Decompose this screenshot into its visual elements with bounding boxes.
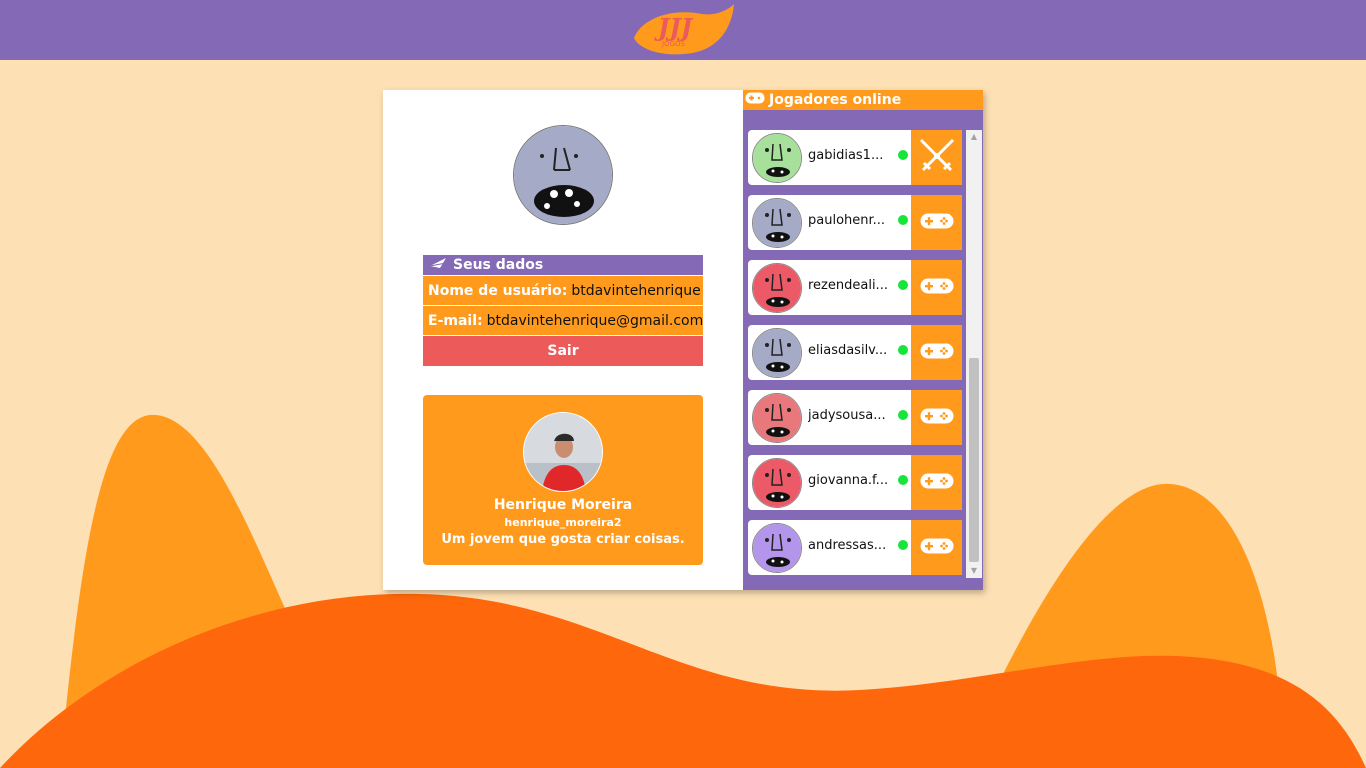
online-players-header: Jogadores online: [743, 90, 983, 110]
gamepad-icon: [920, 343, 954, 363]
player-avatar: [752, 458, 802, 508]
invite-button[interactable]: [911, 195, 962, 250]
svg-text:JOGOS: JOGOS: [661, 40, 686, 48]
profile-card: Henrique Moreira henrique_moreira2 Um jo…: [423, 395, 703, 565]
scrollbar[interactable]: ▲ ▼: [966, 130, 982, 578]
email-row: E-mail: btdavintehenrique@gmail.com: [423, 306, 703, 335]
player-avatar: [752, 523, 802, 573]
online-status-dot: [898, 280, 908, 290]
gamepad-icon: [920, 408, 954, 428]
player-row: rezendeali...: [748, 260, 962, 315]
user-data-header: Seus dados: [423, 255, 703, 275]
player-avatar: [752, 393, 802, 443]
email-label: E-mail:: [428, 312, 483, 329]
player-avatar: [752, 133, 802, 183]
player-name: eliasdasilv...: [808, 343, 888, 358]
user-data-title: Seus dados: [453, 257, 544, 273]
player-list: gabidias1... paulohenr... rezendeali... eli…: [748, 130, 962, 585]
gamepad-icon: [920, 213, 954, 233]
profile-bio: Um jovem que gosta criar coisas.: [441, 532, 685, 547]
top-bar: JJJ JOGOS: [0, 0, 1366, 60]
player-row: eliasdasilv...: [748, 325, 962, 380]
logout-button[interactable]: Sair: [423, 336, 703, 366]
online-status-dot: [898, 475, 908, 485]
player-name: paulohenr...: [808, 213, 886, 228]
player-row: giovanna.f...: [748, 455, 962, 510]
gamepad-icon: [920, 538, 954, 558]
username-row: Nome de usuário: btdavintehenrique: [423, 276, 703, 305]
invite-button[interactable]: [911, 260, 962, 315]
scrollbar-thumb[interactable]: [969, 358, 979, 562]
scroll-down-icon[interactable]: ▼: [966, 564, 982, 578]
online-status-dot: [898, 540, 908, 550]
username-value: btdavintehenrique: [571, 282, 701, 299]
challenge-button[interactable]: [911, 130, 962, 185]
invite-button[interactable]: [911, 520, 962, 575]
profile-photo: [523, 412, 603, 492]
player-name: jadysousa...: [808, 408, 886, 423]
online-status-dot: [898, 410, 908, 420]
user-data-panel: Seus dados Nome de usuário: btdavintehen…: [423, 255, 703, 366]
main-card: Seus dados Nome de usuário: btdavintehen…: [383, 90, 983, 590]
player-avatar: [752, 263, 802, 313]
player-name: giovanna.f...: [808, 473, 889, 488]
profile-handle: henrique_moreira2: [504, 516, 622, 529]
svg-text:JJJ: JJJ: [654, 13, 694, 42]
logo-icon[interactable]: JJJ JOGOS: [632, 4, 736, 56]
online-status-dot: [898, 215, 908, 225]
player-name: gabidias1...: [808, 148, 884, 163]
invite-button[interactable]: [911, 390, 962, 445]
online-players-panel: Jogadores online gabidias1... paulohenr..…: [743, 90, 983, 590]
glider-icon: [429, 257, 447, 273]
username-label: Nome de usuário:: [428, 282, 568, 299]
player-row: paulohenr...: [748, 195, 962, 250]
player-name: rezendeali...: [808, 278, 888, 293]
email-value: btdavintehenrique@gmail.com: [486, 312, 703, 329]
online-status-dot: [898, 345, 908, 355]
invite-button[interactable]: [911, 325, 962, 380]
online-players-title: Jogadores online: [769, 92, 902, 108]
player-row: gabidias1...: [748, 130, 962, 185]
player-avatar: [752, 328, 802, 378]
profile-name: Henrique Moreira: [493, 497, 633, 513]
player-row: jadysousa...: [748, 390, 962, 445]
player-name: andressas...: [808, 538, 887, 553]
player-row: andressas...: [748, 520, 962, 575]
scroll-up-icon[interactable]: ▲: [966, 130, 982, 144]
gamepad-icon: [920, 473, 954, 493]
user-section: Seus dados Nome de usuário: btdavintehen…: [383, 90, 743, 590]
gamepad-icon: [745, 92, 765, 108]
online-status-dot: [898, 150, 908, 160]
gamepad-icon: [920, 278, 954, 298]
invite-button[interactable]: [911, 455, 962, 510]
user-avatar: [513, 125, 613, 225]
swords-icon: [917, 136, 957, 180]
player-avatar: [752, 198, 802, 248]
